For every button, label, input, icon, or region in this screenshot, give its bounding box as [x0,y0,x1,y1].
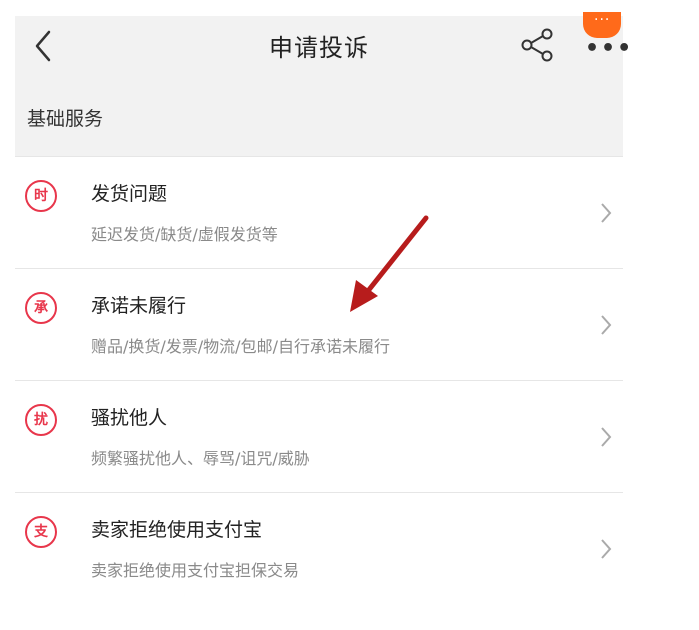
more-icon: ••• [585,36,634,61]
item-title: 承诺未履行 [91,295,187,317]
list-item-harassment[interactable]: 扰 骚扰他人 频繁骚扰他人、辱骂/诅咒/威胁 [15,380,623,492]
item-title: 骚扰他人 [91,407,168,429]
item-subtitle: 延迟发货/缺货/虚假发货等 [91,225,278,244]
header: 申请投诉 ··· ••• 基础服务 [15,12,631,156]
category-icon: 扰 [25,404,57,436]
screen: 申请投诉 ··· ••• 基础服务 时 发货问题 延迟发货/缺货/虚假发货等 承… [15,12,631,616]
chevron-right-icon [601,203,612,223]
list-item-alipay[interactable]: 支 卖家拒绝使用支付宝 卖家拒绝使用支付宝担保交易 [15,492,623,604]
category-icon: 承 [25,292,57,324]
share-icon[interactable] [520,26,554,64]
chevron-right-icon [601,427,612,447]
item-subtitle: 赠品/换货/发票/物流/包邮/自行承诺未履行 [91,337,390,356]
chevron-right-icon [601,539,612,559]
section-label: 基础服务 [27,108,104,130]
category-icon: 时 [25,180,57,212]
notification-badge: ··· [583,12,621,38]
item-title: 发货问题 [91,183,168,205]
badge-dots: ··· [594,12,611,28]
list-item-shipping[interactable]: 时 发货问题 延迟发货/缺货/虚假发货等 [15,156,623,268]
complaint-list: 时 发货问题 延迟发货/缺货/虚假发货等 承 承诺未履行 赠品/换货/发票/物流… [15,156,623,604]
nav-bar: 申请投诉 ··· ••• [15,12,631,76]
item-subtitle: 卖家拒绝使用支付宝担保交易 [91,561,300,580]
category-icon: 支 [25,516,57,548]
item-subtitle: 频繁骚扰他人、辱骂/诅咒/威胁 [91,449,310,468]
chevron-right-icon [601,315,612,335]
item-title: 卖家拒绝使用支付宝 [91,519,263,541]
annotation-arrow [350,215,429,312]
more-button[interactable]: ··· ••• [577,12,631,61]
list-item-promise[interactable]: 承 承诺未履行 赠品/换货/发票/物流/包邮/自行承诺未履行 [15,268,623,380]
